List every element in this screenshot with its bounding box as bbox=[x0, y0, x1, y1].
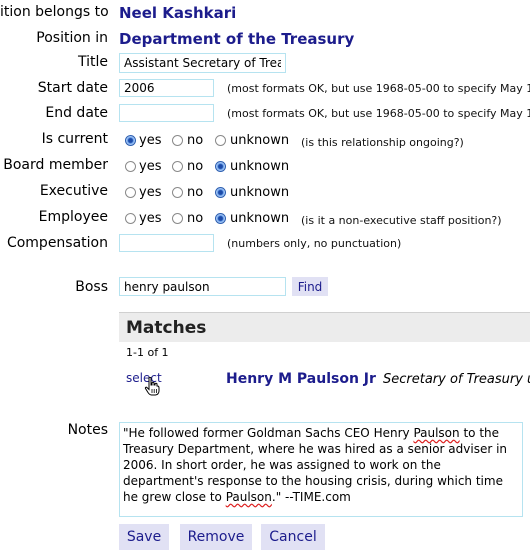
notes-spellcheck-word: Paulson bbox=[225, 490, 272, 504]
employee-no-radio[interactable] bbox=[172, 213, 183, 224]
end-date-hint: (most formats OK, but use 1968-05-00 to … bbox=[227, 107, 530, 120]
find-button[interactable]: Find bbox=[292, 277, 328, 296]
start-date-hint: (most formats OK, but use 1968-05-00 to … bbox=[227, 82, 530, 95]
remove-button[interactable]: Remove bbox=[180, 524, 252, 550]
is-current-unknown-radio[interactable] bbox=[215, 135, 226, 146]
board-member-unknown-label: unknown bbox=[230, 159, 290, 174]
board-member-no-label: no bbox=[187, 159, 204, 174]
compensation-hint: (numbers only, no punctuation) bbox=[227, 237, 402, 250]
is-current-label: Is current bbox=[41, 131, 108, 147]
is-current-hint: (is this relationship ongoing?) bbox=[301, 136, 464, 149]
executive-yes-label: yes bbox=[139, 185, 162, 200]
is-current-no-label: no bbox=[187, 133, 204, 148]
employee-label: Employee bbox=[38, 209, 108, 225]
start-date-input[interactable] bbox=[119, 79, 214, 97]
title-input[interactable] bbox=[119, 53, 286, 73]
notes-label: Notes bbox=[67, 422, 108, 438]
is-current-unknown-label: unknown bbox=[230, 133, 290, 148]
match-result-name-link[interactable]: Henry M Paulson Jr bbox=[226, 371, 376, 387]
start-date-label: Start date bbox=[37, 80, 108, 96]
is-current-yes-radio[interactable] bbox=[125, 135, 136, 146]
is-current-yes-label: yes bbox=[139, 133, 162, 148]
executive-no-radio[interactable] bbox=[172, 187, 183, 198]
boss-label: Boss bbox=[75, 279, 108, 295]
compensation-label: Compensation bbox=[6, 235, 108, 251]
employee-unknown-label: unknown bbox=[230, 211, 290, 226]
end-date-label: End date bbox=[45, 105, 108, 121]
employee-yes-radio[interactable] bbox=[125, 213, 136, 224]
notes-textarea[interactable]: "He followed former Goldman Sachs CEO He… bbox=[119, 422, 523, 517]
is-current-no-radio[interactable] bbox=[172, 135, 183, 146]
employee-unknown-radio[interactable] bbox=[215, 213, 226, 224]
compensation-input[interactable] bbox=[119, 234, 214, 252]
employee-no-label: no bbox=[187, 211, 204, 226]
executive-label: Executive bbox=[39, 183, 108, 199]
boss-search-input[interactable] bbox=[119, 277, 286, 296]
board-member-yes-label: yes bbox=[139, 159, 162, 174]
employee-yes-label: yes bbox=[139, 211, 162, 226]
matches-heading: Matches bbox=[119, 312, 530, 342]
save-button[interactable]: Save bbox=[119, 524, 169, 550]
employee-hint: (is it a non-executive staff position?) bbox=[301, 214, 502, 227]
cancel-button[interactable]: Cancel bbox=[261, 524, 325, 550]
board-member-yes-radio[interactable] bbox=[125, 161, 136, 172]
end-date-input[interactable] bbox=[119, 104, 214, 122]
hand-pointer-icon bbox=[144, 377, 160, 396]
board-member-unknown-radio[interactable] bbox=[215, 161, 226, 172]
matches-count: 1-1 of 1 bbox=[126, 346, 169, 359]
notes-text-part: ." --TIME.com bbox=[271, 490, 351, 504]
notes-text-part: "He followed former Goldman Sachs CEO He… bbox=[123, 426, 414, 440]
board-member-no-radio[interactable] bbox=[172, 161, 183, 172]
title-label: Title bbox=[77, 54, 108, 70]
position-belongs-to-label: ition belongs to bbox=[0, 4, 109, 20]
organization-link[interactable]: Department of the Treasury bbox=[119, 30, 354, 48]
executive-no-label: no bbox=[187, 185, 204, 200]
executive-yes-radio[interactable] bbox=[125, 187, 136, 198]
position-in-label: Position in bbox=[36, 30, 108, 46]
executive-unknown-radio[interactable] bbox=[215, 187, 226, 198]
executive-unknown-label: unknown bbox=[230, 185, 290, 200]
person-name-link[interactable]: Neel Kashkari bbox=[119, 4, 236, 22]
board-member-label: Board member bbox=[3, 157, 108, 173]
notes-spellcheck-word: Paulson bbox=[413, 426, 460, 440]
match-result-description: Secretary of Treasury u bbox=[383, 372, 530, 387]
